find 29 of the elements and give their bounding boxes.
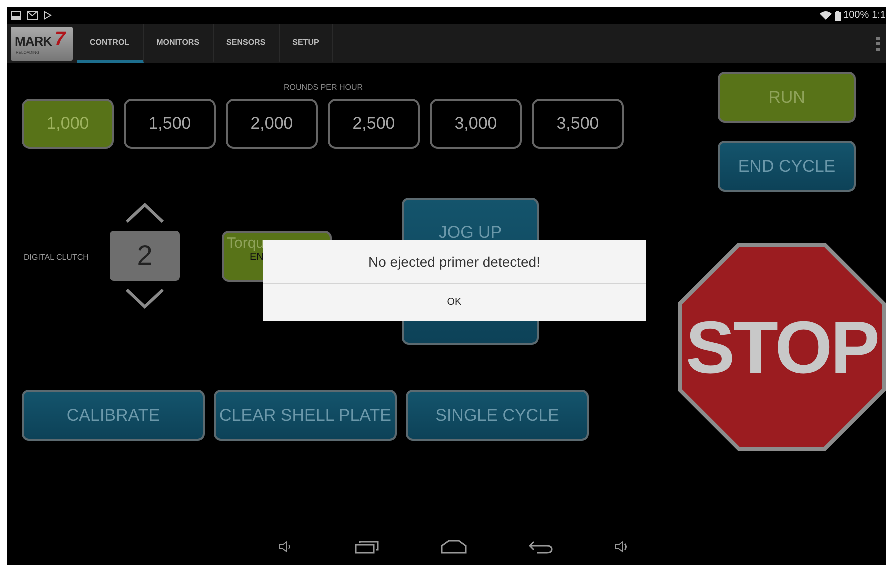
rate-button[interactable]: 3,500 [532,99,624,149]
back-icon[interactable] [528,540,552,554]
logo-text: MARK [15,34,52,49]
tab[interactable]: SENSORS [214,24,280,63]
rate-button[interactable]: 1,500 [124,99,216,149]
clock: 1:1 [872,10,886,21]
ok-button[interactable]: OK [263,284,646,321]
volume-down-icon[interactable] [278,540,292,554]
overflow-menu-icon[interactable] [876,36,880,50]
logo-number: 7 [55,30,66,49]
mail-icon [27,11,38,20]
clutch-value: 2 [110,231,180,281]
rounds-per-hour-label: ROUNDS PER HOUR [282,83,364,94]
tab[interactable]: MONITORS [144,24,214,63]
rate-button[interactable]: 3,000 [430,99,522,149]
dialog-message: No ejected primer detected! [263,240,646,284]
stop-button[interactable]: STOP [678,243,886,451]
home-icon[interactable] [440,540,466,554]
rate-button[interactable]: 2,500 [328,99,420,149]
play-icon [44,11,52,20]
rate-button[interactable]: 2,000 [226,99,318,149]
battery-icon [834,10,841,20]
tab[interactable]: CONTROL [77,24,144,63]
volume-up-icon[interactable] [614,540,628,554]
recent-apps-icon[interactable] [354,540,378,554]
tab[interactable]: SETUP [280,24,334,63]
digital-clutch-label: DIGITAL CLUTCH [24,253,90,262]
wifi-icon [820,11,832,20]
battery-percentage: 100% [844,10,870,21]
